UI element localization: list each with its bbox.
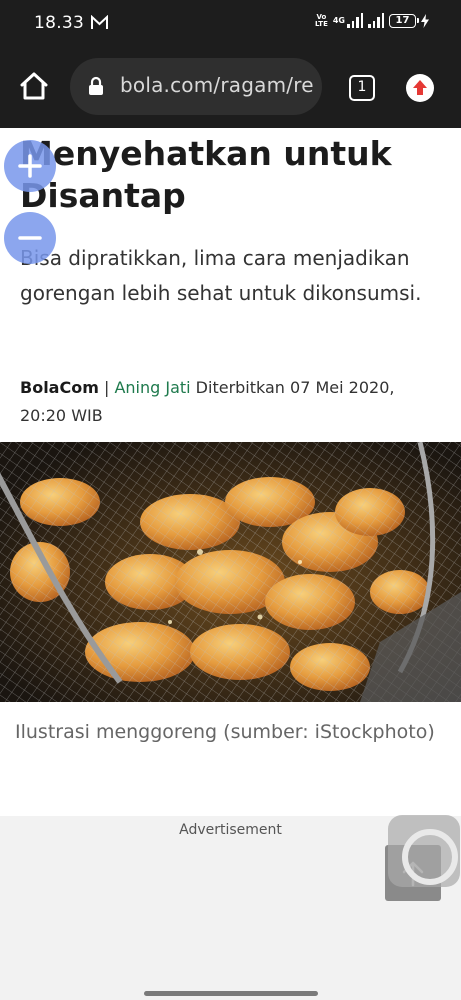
volte-icon: Vo LTE xyxy=(315,12,328,28)
gmail-icon xyxy=(91,15,108,29)
minus-icon xyxy=(18,236,42,240)
home-icon[interactable] xyxy=(18,70,50,102)
article-image[interactable] xyxy=(0,442,461,702)
article-headline: Menyehatkan untuk Disantap xyxy=(20,134,392,215)
signal-icon xyxy=(368,13,384,28)
browser-toolbar: bola.com/ragam/read 1 xyxy=(0,46,461,128)
url-text[interactable]: bola.com/ragam/read xyxy=(120,73,315,97)
tab-count: 1 xyxy=(357,79,367,95)
address-bar[interactable]: bola.com/ragam/read xyxy=(70,58,322,115)
frying-food-illustration xyxy=(0,442,461,702)
floating-assistive-button[interactable] xyxy=(388,815,460,887)
update-button[interactable] xyxy=(406,74,434,102)
article-subtitle: Bisa dipratikkan, lima cara menjadikan g… xyxy=(20,246,422,305)
plus-icon xyxy=(18,154,42,178)
image-caption: Ilustrasi menggoreng (sumber: iStockphot… xyxy=(15,721,435,743)
tabs-button[interactable]: 1 xyxy=(349,75,375,101)
author-link[interactable]: Aning Jati xyxy=(114,378,190,397)
signal-icon xyxy=(347,13,363,28)
byline-separator: | xyxy=(98,378,115,397)
publisher-name: BolaCom xyxy=(20,378,99,397)
status-icons: Vo LTE 4G 17 xyxy=(315,13,429,28)
status-time: 18.33 xyxy=(34,13,85,33)
battery-icon: 17 xyxy=(389,13,419,28)
zoom-in-button[interactable] xyxy=(4,140,56,192)
battery-level: 17 xyxy=(395,14,410,26)
status-bar: 18.33 Vo LTE 4G 17 xyxy=(0,0,461,46)
network-type: 4G xyxy=(332,16,345,25)
zoom-out-button[interactable] xyxy=(4,212,56,264)
lock-icon xyxy=(89,76,103,95)
update-arrow-icon xyxy=(413,80,427,95)
article: Menyehatkan untuk Disantap Bisa dipratik… xyxy=(0,128,461,816)
charging-icon xyxy=(421,13,429,28)
article-byline: BolaCom | Aning Jati Diterbitkan 07 Mei … xyxy=(20,374,430,430)
home-gesture-bar[interactable] xyxy=(144,991,318,996)
